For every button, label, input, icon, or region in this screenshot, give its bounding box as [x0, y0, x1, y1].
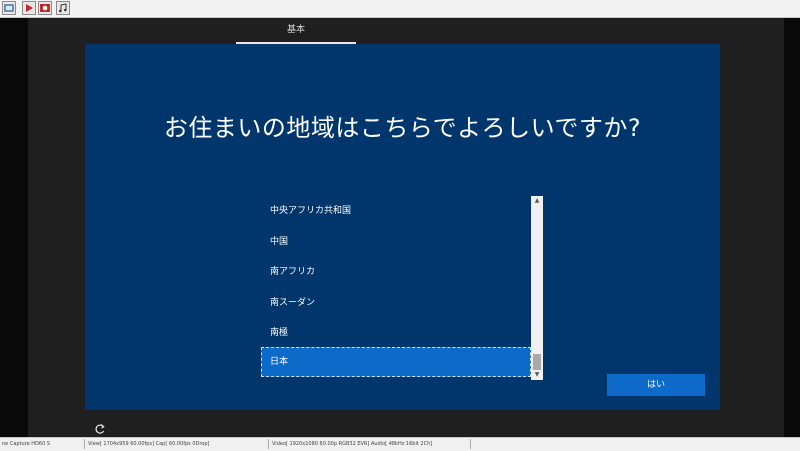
- play-icon[interactable]: [22, 1, 36, 15]
- tab-basic: 基本: [286, 25, 305, 35]
- scroll-down-icon[interactable]: ▼: [531, 370, 543, 380]
- status-divider: [470, 439, 471, 449]
- capture-status-bar: ne Capture HD60 S View[ 1704x959 60.00fp…: [0, 437, 800, 451]
- region-list[interactable]: 中央アフリカ共和国 中国 南アフリカ 南スーダン 南極 日本 ▲ ▼: [261, 196, 543, 380]
- page-title: お住まいの地域はこちらでよろしいですか?: [163, 114, 642, 142]
- yes-button[interactable]: はい: [607, 374, 705, 396]
- region-panel: お住まいの地域はこちらでよろしいですか? 中央アフリカ共和国 中国 南アフリカ …: [85, 44, 720, 410]
- capture-menu-icon[interactable]: [2, 1, 16, 15]
- list-item-selected[interactable]: 日本: [261, 347, 531, 377]
- oobe-screen: 基本 お住まいの地域はこちらでよろしいですか? 中央アフリカ共和国 中国 南アフ…: [28, 18, 784, 437]
- status-view-info: View[ 1704x959 60.00fps] Cap[ 60.00fps 0…: [88, 441, 210, 447]
- capture-toolbar: [0, 0, 800, 18]
- list-item[interactable]: 南アフリカ: [261, 257, 531, 287]
- status-divider: [268, 439, 269, 449]
- list-item[interactable]: 南スーダン: [261, 288, 531, 318]
- audio-icon[interactable]: [56, 1, 70, 15]
- status-divider: [84, 439, 85, 449]
- status-video-info: Video[ 1920x1080 60.00p RGB32 EVR] Audio…: [272, 441, 433, 447]
- right-letterbox: [784, 18, 800, 437]
- list-scrollbar[interactable]: ▲ ▼: [531, 196, 543, 380]
- status-app-name: ne Capture HD60 S: [2, 441, 51, 447]
- record-icon[interactable]: [38, 1, 52, 15]
- list-item[interactable]: 中国: [261, 227, 531, 257]
- scroll-thumb[interactable]: [533, 354, 541, 370]
- list-item[interactable]: 南極: [261, 318, 531, 348]
- left-letterbox: [0, 18, 28, 437]
- list-item[interactable]: 中央アフリカ共和国: [261, 196, 531, 226]
- scroll-up-icon[interactable]: ▲: [531, 196, 543, 206]
- accessibility-icon[interactable]: [94, 420, 106, 434]
